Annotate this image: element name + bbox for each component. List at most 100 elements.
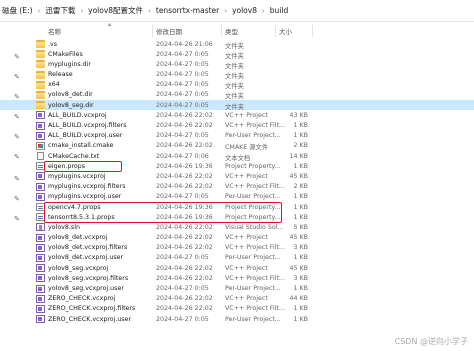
file-name: ALL_BUILD.vcxproj <box>48 111 107 119</box>
column-name[interactable]: 名称 <box>48 26 61 36</box>
file-name: ALL_BUILD.vcxproj.filters <box>48 122 127 129</box>
props-icon <box>36 162 45 171</box>
file-row[interactable]: yolov8_det.vcxproj.filters 2024-04-26 22:… <box>0 243 474 253</box>
file-type: VC++ Project Filt... <box>225 183 285 191</box>
file-row[interactable]: x64 2024-04-27 0:05 文件夹 <box>0 80 474 90</box>
file-type: VC++ Project <box>225 264 268 272</box>
vcxproj-icon <box>36 274 45 283</box>
file-name: myplugins.vcxproj.filters <box>48 183 126 191</box>
file-row[interactable]: eigen.props 2024-04-26 19:36 Project Prope… <box>0 161 474 171</box>
file-name: Release <box>48 71 73 79</box>
folder-icon <box>36 40 45 48</box>
file-row[interactable]: ZERO_CHECK.vcxproj 2024-04-26 22:02 VC++ P… <box>0 294 474 304</box>
props-icon <box>36 203 45 211</box>
file-date: 2024-04-27 0:05 <box>156 71 209 79</box>
file-size: 45 KB <box>289 234 308 242</box>
file-row[interactable]: yolov8_seg.dir 2024-04-27 0:05 文件夹 <box>0 100 474 111</box>
file-name: yolov8_det.dir <box>48 91 93 99</box>
file-name: myplugins.vcxproj <box>48 172 106 180</box>
breadcrumb-item[interactable]: yolov8配置文件 <box>86 5 145 16</box>
file-size: 1 KB <box>293 132 308 140</box>
file-row[interactable]: cmake_install.cmake 2024-04-26 22:02 CMAKE… <box>0 141 474 151</box>
file-row[interactable]: ALL_BUILD.vcxproj.filters 2024-04-26 22:0… <box>0 121 474 131</box>
file-date: 2024-04-26 22:02 <box>156 223 213 231</box>
file-type: Per-User Project... <box>225 315 281 323</box>
file-type: Project Property... <box>225 162 281 170</box>
file-date: 2024-04-26 22:02 <box>156 305 213 313</box>
vcxproj-icon <box>36 264 45 273</box>
file-row[interactable]: myplugins.dir 2024-04-27 0:05 文件夹 <box>0 59 474 70</box>
file-type: 文件夹 <box>225 93 244 101</box>
file-date: 2024-04-27 0:05 <box>156 91 209 99</box>
vcxproj-icon <box>36 192 45 201</box>
file-row[interactable]: ALL_BUILD.vcxproj.user 2024-04-27 0:05 Per… <box>0 131 474 141</box>
file-date: 2024-04-27 0:05 <box>156 101 209 109</box>
file-name: yolov8_seg.vcxproj.filters <box>48 274 129 282</box>
file-row[interactable]: yolov8_det.dir 2024-04-27 0:05 文件夹 <box>0 90 474 100</box>
file-row[interactable]: yolov8_det.vcxproj 2024-04-26 22:02 VC++ P… <box>0 233 474 243</box>
file-row[interactable]: Release 2024-04-27 0:05 文件夹 <box>0 70 474 80</box>
file-name: yolov8_seg.vcxproj <box>48 264 109 272</box>
breadcrumb-separator[interactable]: › <box>221 7 230 15</box>
column-size[interactable]: 大小 <box>279 26 292 36</box>
column-type[interactable]: 类型 <box>225 26 238 36</box>
file-row[interactable]: yolov8.sln 2024-04-26 22:02 Visual Studio … <box>0 222 474 232</box>
file-row[interactable]: CMakeCache.txt 2024-04-27 0:06 文本文档 14 KB <box>0 151 474 162</box>
folder-icon <box>36 50 45 59</box>
file-type: VC++ Project Filt... <box>225 274 285 282</box>
props-icon <box>36 213 45 222</box>
file-type: 文件夹 <box>225 52 244 60</box>
file-date: 2024-04-27 0:05 <box>156 60 209 68</box>
file-row[interactable]: yolov8_seg.vcxproj.filters 2024-04-26 22:… <box>0 273 474 283</box>
file-date: 2024-04-26 22:02 <box>156 142 213 150</box>
file-row[interactable]: .vs 2024-04-26 21:06 文件夹 <box>0 39 474 50</box>
file-name: yolov8_seg.dir <box>48 101 94 109</box>
column-date[interactable]: 修改日期 <box>156 26 182 36</box>
file-row[interactable]: ZERO_CHECK.vcxproj.filters 2024-04-26 22:… <box>0 304 474 314</box>
file-type: 文件夹 <box>225 103 244 111</box>
breadcrumb-item[interactable]: 迅雷下载 <box>43 5 77 16</box>
file-type: 文件夹 <box>225 62 244 70</box>
file-row[interactable]: myplugins.vcxproj.user 2024-04-27 0:05 Per… <box>0 192 474 202</box>
file-date: 2024-04-27 0:05 <box>156 254 209 262</box>
file-row[interactable]: yolov8_det.vcxproj.user 2024-04-27 0:05 Pe… <box>0 253 474 263</box>
file-size: 45 KB <box>289 172 308 180</box>
sln-icon <box>36 223 45 232</box>
file-size: 1 KB <box>293 203 308 211</box>
file-row[interactable]: yolov8_seg.vcxproj 2024-04-26 22:02 VC++ P… <box>0 263 474 273</box>
file-type: VC++ Project Filt... <box>225 122 285 129</box>
file-date: 2024-04-26 19:36 <box>156 203 213 211</box>
file-row[interactable]: myplugins.vcxproj 2024-04-26 22:02 VC++ Pr… <box>0 171 474 181</box>
file-row[interactable]: ALL_BUILD.vcxproj 2024-04-26 22:02 VC++ Pr… <box>0 110 474 120</box>
breadcrumb-separator[interactable]: › <box>145 7 154 15</box>
file-size: 45 KB <box>289 264 308 272</box>
breadcrumb-item[interactable]: build <box>268 6 290 15</box>
file-row[interactable]: CMakeFiles 2024-04-27 0:05 文件夹 <box>0 49 474 60</box>
file-type: VC++ Project <box>225 111 268 119</box>
file-row[interactable]: ZERO_CHECK.vcxproj.user 2024-04-27 0:05 Pe… <box>0 314 474 324</box>
file-date: 2024-04-26 22:02 <box>156 234 213 242</box>
file-list: .vs 2024-04-26 21:06 文件夹 CMakeFiles 2024-04-… <box>0 39 474 324</box>
file-date: 2024-04-27 0:05 <box>156 193 209 201</box>
watermark: CSDN @逆向小学子 <box>394 337 468 346</box>
file-size: 14 KB <box>289 152 308 160</box>
file-row[interactable]: myplugins.vcxproj.filters 2024-04-26 22:0… <box>0 182 474 192</box>
breadcrumb-item[interactable]: yolov8 <box>230 6 259 15</box>
file-size: 43 KB <box>289 111 308 119</box>
vcxproj-icon <box>36 172 45 181</box>
file-row[interactable]: yolov8_seg.vcxproj.user 2024-04-27 0:05 Pe… <box>0 284 474 294</box>
file-row[interactable]: opencv4.7.props 2024-04-26 19:36 Project P… <box>0 202 474 212</box>
file-size: 1 KB <box>293 162 308 170</box>
folder-icon <box>36 70 45 79</box>
breadcrumb-separator[interactable]: › <box>259 7 268 15</box>
breadcrumb-separator[interactable]: › <box>35 7 44 15</box>
breadcrumb-item[interactable]: tensorrtx-master <box>154 6 221 15</box>
column-header: ▴ 名称 修改日期 类型 大小 <box>0 21 474 38</box>
file-row[interactable]: tensorrt8.5.3.1.props 2024-04-26 19:36 Pro… <box>0 212 474 222</box>
folder-icon <box>36 90 45 99</box>
breadcrumb-separator[interactable]: › <box>77 7 86 15</box>
file-type: Per-User Project... <box>225 285 281 292</box>
file-size: 2 KB <box>293 142 308 150</box>
breadcrumb-item[interactable]: 磁盘 (E:) <box>0 5 35 16</box>
file-size: 3 KB <box>293 244 308 252</box>
